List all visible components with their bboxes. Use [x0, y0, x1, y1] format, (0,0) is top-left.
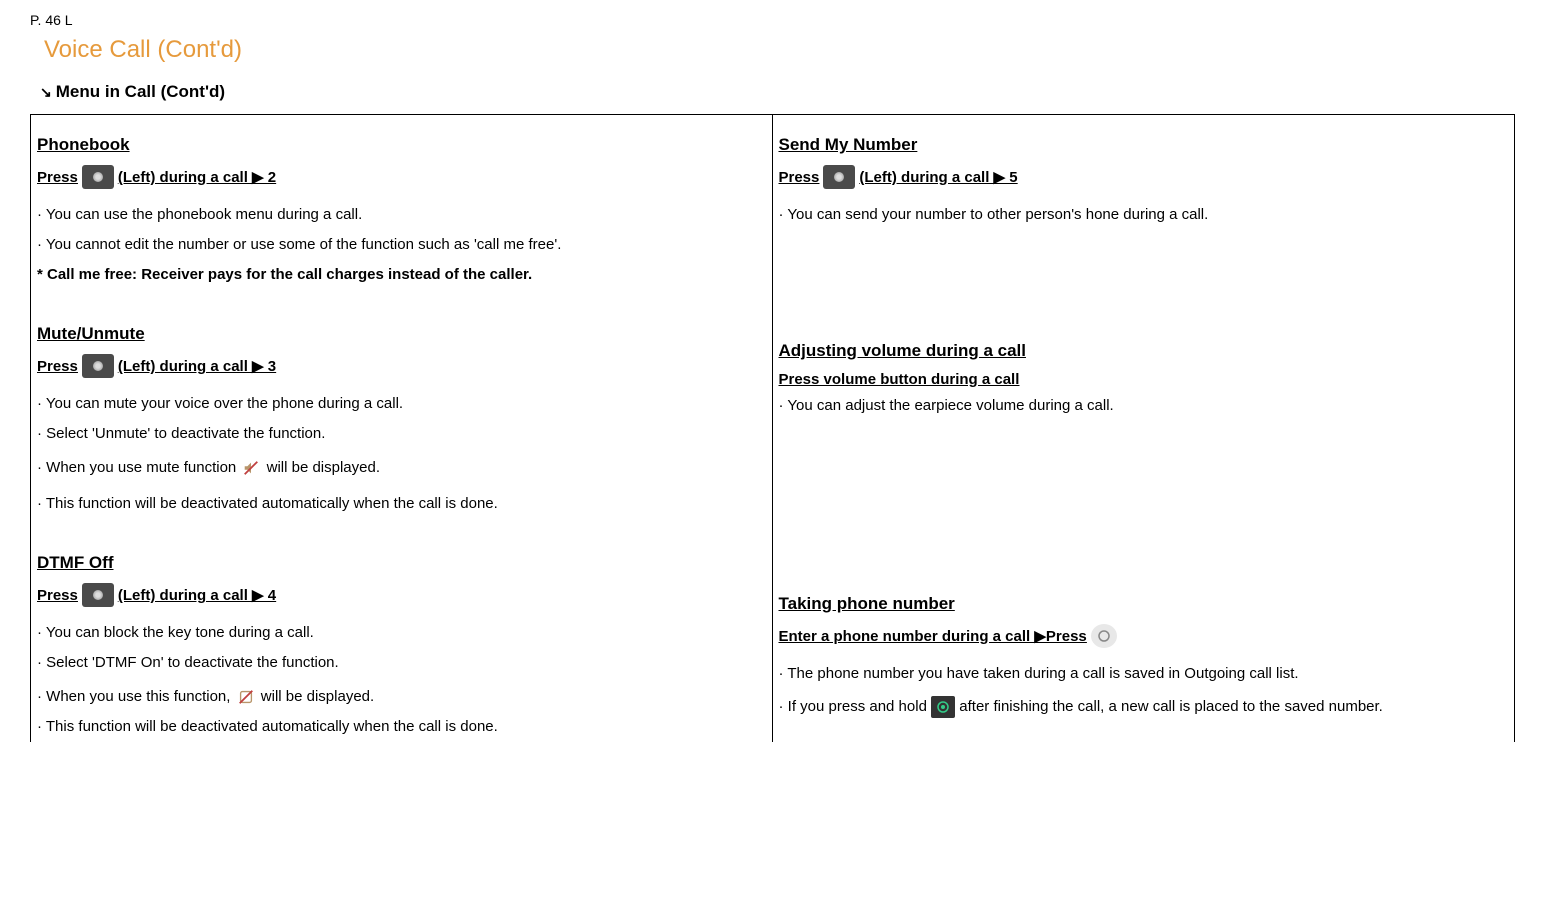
right-column: Send My Number Press (Left) during a cal…: [773, 115, 1515, 742]
dtmf-icon-line: · When you use this function, will be di…: [37, 683, 760, 711]
dtmf-title: DTMF Off: [37, 553, 760, 573]
mute-icon-suffix: will be displayed.: [267, 459, 380, 476]
press-prefix: Press: [37, 358, 78, 375]
sendnum-title: Send My Number: [779, 135, 1503, 155]
phonebook-title: Phonebook: [37, 135, 760, 155]
taking-title: Taking phone number: [779, 594, 1503, 614]
dtmf-line: · This function will be deactivated auto…: [37, 713, 760, 741]
press-prefix: Press: [779, 169, 820, 186]
section-title: Voice Call (Cont'd): [44, 36, 1515, 64]
mute-icon-line: · When you use mute function will be dis…: [37, 454, 760, 482]
dtmf-line: · You can block the key tone during a ca…: [37, 619, 760, 647]
mute-line: · This function will be deactivated auto…: [37, 490, 760, 518]
volume-block: Adjusting volume during a call Press vol…: [779, 341, 1503, 420]
taking-icon-line: · If you press and hold after finishing …: [779, 693, 1503, 721]
center-button-icon: [1091, 624, 1117, 648]
sendnum-press: Press (Left) during a call ▶ 5: [779, 165, 1503, 189]
nav-button-icon: [82, 354, 114, 378]
sendnum-block: Send My Number Press (Left) during a cal…: [779, 135, 1503, 229]
volume-press-text: Press volume button during a call: [779, 371, 1020, 388]
arrow-down-right-icon: ↘: [40, 84, 52, 100]
dtmf-off-icon: [235, 687, 257, 707]
volume-line: · You can adjust the earpiece volume dur…: [779, 392, 1503, 420]
page-header: P. 46 L: [30, 12, 1515, 28]
mute-voice-icon: [240, 458, 262, 478]
content-box: Phonebook Press (Left) during a call ▶ 2…: [30, 114, 1515, 742]
dtmf-block: DTMF Off Press (Left) during a call ▶ 4 …: [37, 553, 760, 740]
left-column: Phonebook Press (Left) during a call ▶ 2…: [31, 115, 773, 742]
mute-line: · Select 'Unmute' to deactivate the func…: [37, 420, 760, 448]
press-prefix: Press: [37, 587, 78, 604]
nav-button-icon: [823, 165, 855, 189]
mute-title: Mute/Unmute: [37, 324, 760, 344]
volume-press: Press volume button during a call: [779, 371, 1503, 388]
dtmf-icon-suffix: will be displayed.: [261, 688, 374, 705]
phonebook-line: · You can use the phonebook menu during …: [37, 201, 760, 229]
mute-icon-prefix: · When you use mute function: [37, 459, 240, 476]
subsection-title: ↘Menu in Call (Cont'd): [40, 82, 1515, 102]
mute-block: Mute/Unmute Press (Left) during a call ▶…: [37, 324, 760, 517]
press-suffix: (Left) during a call ▶ 3: [118, 357, 276, 375]
dtmf-press: Press (Left) during a call ▶ 4: [37, 583, 760, 607]
press-suffix: (Left) during a call ▶ 2: [118, 168, 276, 186]
taking-icon-prefix: · If you press and hold: [779, 698, 932, 715]
taking-icon-suffix: after finishing the call, a new call is …: [959, 698, 1383, 715]
press-suffix: (Left) during a call ▶ 4: [118, 586, 276, 604]
nav-button-icon: [82, 165, 114, 189]
dtmf-icon-prefix: · When you use this function,: [37, 688, 235, 705]
phonebook-press: Press (Left) during a call ▶ 2: [37, 165, 760, 189]
subsection-label: Menu in Call (Cont'd): [56, 82, 225, 101]
dtmf-line: · Select 'DTMF On' to deactivate the fun…: [37, 649, 760, 677]
mute-line: · You can mute your voice over the phone…: [37, 390, 760, 418]
taking-press-prefix: Enter a phone number during a call ▶Pres…: [779, 627, 1087, 645]
taking-block: Taking phone number Enter a phone number…: [779, 594, 1503, 722]
taking-line: · The phone number you have taken during…: [779, 660, 1503, 688]
sendnum-line: · You can send your number to other pers…: [779, 201, 1503, 229]
phonebook-line: · You cannot edit the number or use some…: [37, 231, 760, 259]
nav-button-icon: [82, 583, 114, 607]
call-button-icon: [931, 696, 955, 718]
taking-press: Enter a phone number during a call ▶Pres…: [779, 624, 1503, 648]
press-prefix: Press: [37, 169, 78, 186]
mute-press: Press (Left) during a call ▶ 3: [37, 354, 760, 378]
volume-title: Adjusting volume during a call: [779, 341, 1503, 361]
phonebook-note: * Call me free: Receiver pays for the ca…: [37, 261, 760, 289]
press-suffix: (Left) during a call ▶ 5: [859, 168, 1017, 186]
phonebook-block: Phonebook Press (Left) during a call ▶ 2…: [37, 135, 760, 288]
